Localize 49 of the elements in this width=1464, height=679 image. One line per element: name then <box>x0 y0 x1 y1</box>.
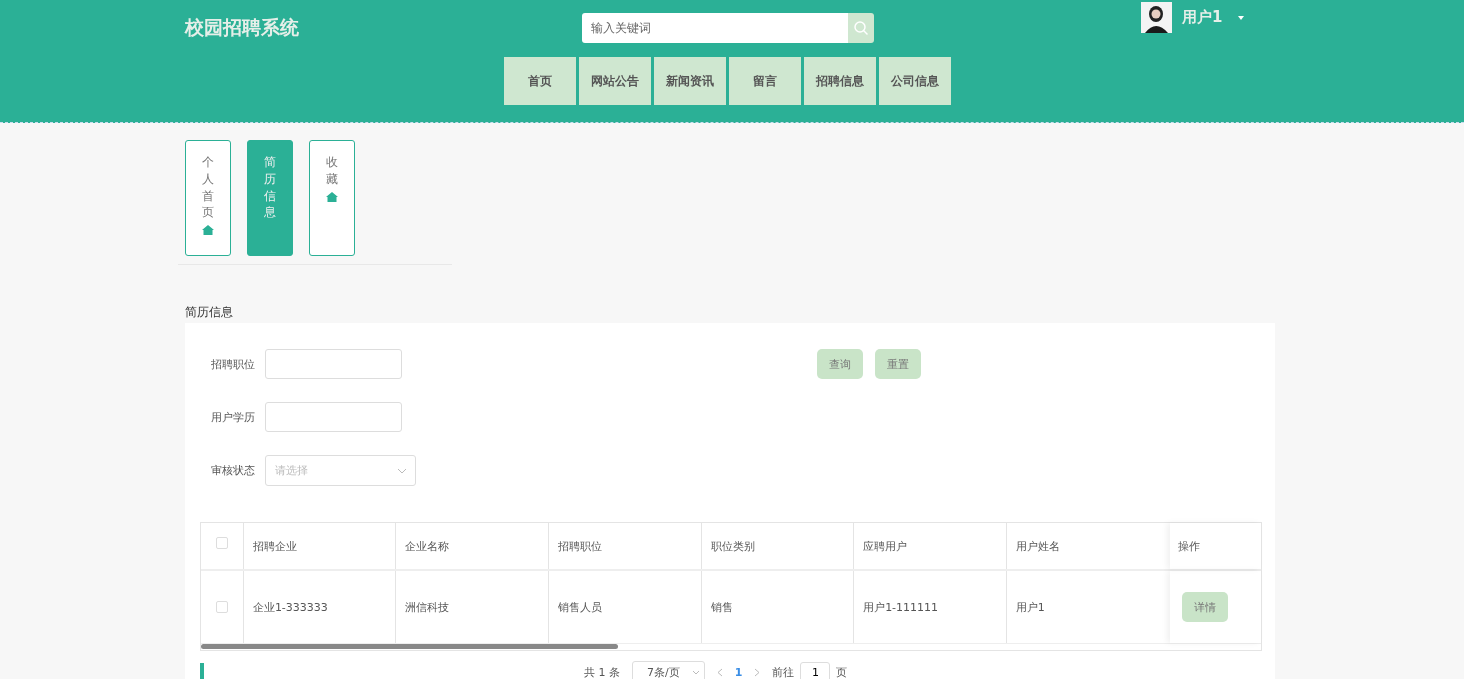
site-title: 校园招聘系统 <box>185 15 300 40</box>
page-suffix: 页 <box>836 664 848 679</box>
column-header: 企业名称 <box>395 523 548 569</box>
column-header: 应聘用户 <box>853 523 1006 569</box>
action-button[interactable]: 查询 <box>817 349 863 379</box>
table-cell: 用户1-111111 <box>853 571 1006 643</box>
column-header: 操作 <box>1170 523 1261 569</box>
nav-link[interactable]: 留言 <box>729 57 801 105</box>
side-tab[interactable]: 收藏 <box>309 140 355 256</box>
table-cell: 销售 <box>700 571 854 643</box>
search-button[interactable] <box>848 13 874 43</box>
nav-link[interactable]: 公司信息 <box>879 57 951 105</box>
table-cell: 洲信科技 <box>395 571 548 643</box>
page-number[interactable]: 1 <box>734 665 743 679</box>
field-label: 招聘职位 <box>211 356 255 372</box>
column-header: 用户姓名 <box>1005 523 1159 569</box>
input-field[interactable] <box>265 349 402 379</box>
details-button[interactable]: 详情 <box>1182 592 1229 622</box>
column-header: 职位类别 <box>700 523 854 569</box>
section-title: 简历信息 <box>185 305 234 319</box>
table-cell: 销售人员 <box>548 571 701 643</box>
field-label: 用户学历 <box>211 409 255 425</box>
table-cell: 用户1 <box>1005 571 1159 643</box>
previous-page-icon[interactable] <box>716 667 723 677</box>
chevron-down-icon <box>397 467 407 474</box>
field-label: 审核状态 <box>211 463 255 478</box>
chevron-down-icon <box>691 669 700 675</box>
page-input[interactable]: 1 <box>800 662 831 679</box>
page-size-select[interactable]: 7条/页 <box>632 661 705 679</box>
input-field[interactable] <box>265 402 402 432</box>
caret-icon[interactable] <box>1238 15 1245 20</box>
next-page-icon[interactable] <box>754 667 761 677</box>
column-header: 招聘企业 <box>242 523 396 569</box>
column-header: 招聘职位 <box>548 523 701 569</box>
nav-link[interactable]: 招聘信息 <box>804 57 876 105</box>
scrollbar-thumb[interactable] <box>201 644 618 649</box>
checkbox[interactable] <box>215 537 228 549</box>
nav-link[interactable]: 网站公告 <box>579 57 651 105</box>
nav-link[interactable]: 新闻资讯 <box>654 57 726 105</box>
nav-link[interactable]: 首页 <box>504 57 576 105</box>
action-button[interactable]: 重置 <box>875 349 921 379</box>
goto-label: 前往 <box>772 664 795 679</box>
checkbox[interactable] <box>215 601 228 613</box>
total-count: 共 1 条 <box>584 664 620 679</box>
side-tab[interactable]: 个人首页 <box>185 140 231 256</box>
table-cell: 企业1-333333 <box>242 571 396 643</box>
search-icon <box>853 20 869 36</box>
search-field[interactable]: 输入关键词 <box>582 13 848 43</box>
side-tab[interactable]: 简历信息 <box>247 140 293 256</box>
